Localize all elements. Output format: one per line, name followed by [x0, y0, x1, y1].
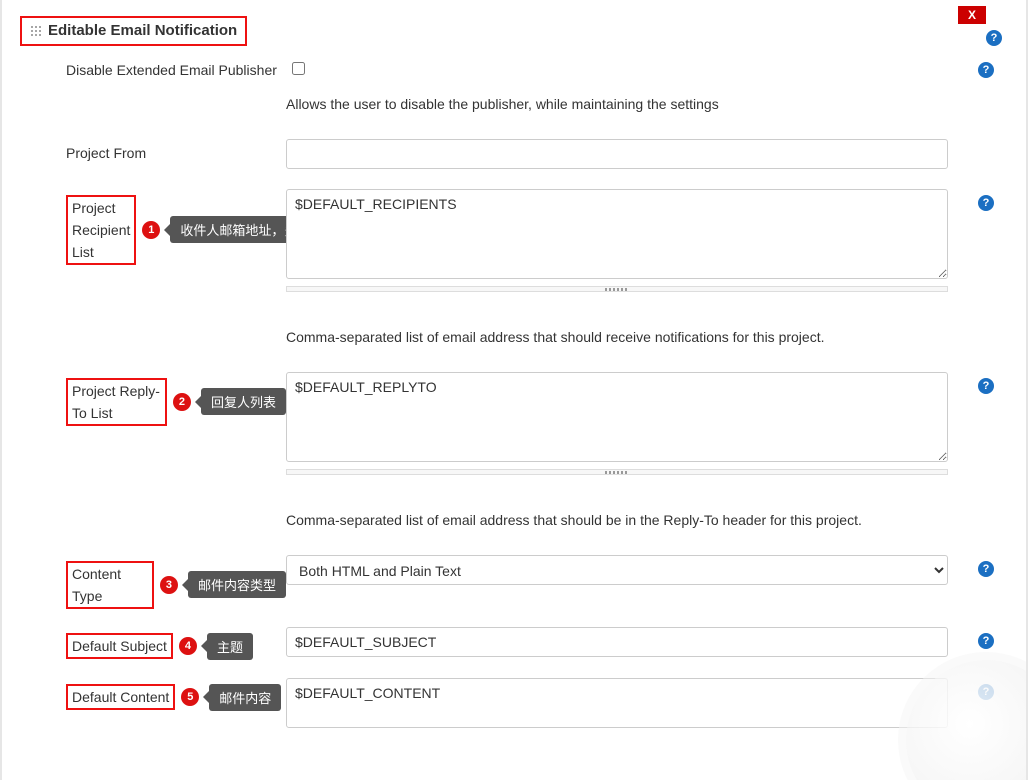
- annotation-badge-3: 3: [160, 576, 178, 594]
- row-project-reply-to-list: Project Reply-To List 2 回复人列表 $DEFAULT_R…: [66, 372, 988, 475]
- annotation-4: 4 主题: [177, 633, 253, 660]
- row-recipient-desc: Comma-separated list of email address th…: [66, 302, 988, 362]
- select-content-type[interactable]: Both HTML and Plain Text: [286, 555, 948, 585]
- annotation-tip-5: 邮件内容: [209, 684, 281, 711]
- annotation-tip-2: 回复人列表: [201, 388, 286, 415]
- label-disable-extended: Disable Extended Email Publisher: [66, 56, 286, 78]
- row-default-content: Default Content 5 邮件内容 $DEFAULT_CONTENT: [66, 678, 988, 731]
- textarea-project-recipient-list[interactable]: $DEFAULT_RECIPIENTS: [286, 189, 948, 279]
- annotation-badge-4: 4: [179, 637, 197, 655]
- help-icon[interactable]: [978, 378, 994, 394]
- row-project-recipient-list: Project Recipient List 1 收件人邮箱地址，多个收件人用 …: [66, 189, 988, 292]
- help-icon[interactable]: [986, 30, 1002, 46]
- config-form-page: X Editable Email Notification Disable Ex…: [0, 0, 1028, 780]
- textarea-default-content[interactable]: $DEFAULT_CONTENT: [286, 678, 948, 728]
- annotation-badge-1: 1: [142, 221, 160, 239]
- section-title: Editable Email Notification: [48, 22, 237, 39]
- row-default-subject: Default Subject 4 主题: [66, 627, 988, 660]
- form-area: Disable Extended Email Publisher Allows …: [20, 56, 1008, 731]
- text-disable-desc: Allows the user to disable the publisher…: [286, 94, 948, 115]
- label-content-type: Content Type: [66, 561, 154, 609]
- label-default-subject: Default Subject: [66, 633, 173, 659]
- row-project-from: Project From: [66, 139, 988, 169]
- section-header: Editable Email Notification: [30, 22, 237, 39]
- label-project-reply-to-list: Project Reply-To List: [66, 378, 167, 426]
- help-icon[interactable]: [978, 684, 994, 700]
- input-default-subject[interactable]: [286, 627, 948, 657]
- label-default-content: Default Content: [66, 684, 175, 710]
- annotation-5: 5 邮件内容: [179, 684, 281, 711]
- row-disable-extended: Disable Extended Email Publisher: [66, 56, 988, 78]
- drag-handle-icon[interactable]: [30, 25, 42, 37]
- annotation-2: 2 回复人列表: [171, 388, 286, 415]
- text-reply-to-desc: Comma-separated list of email address th…: [286, 510, 948, 531]
- annotation-tip-3: 邮件内容类型: [188, 571, 286, 598]
- annotation-tip-4: 主题: [207, 633, 253, 660]
- textarea-resize-handle[interactable]: [286, 286, 948, 292]
- textarea-resize-handle[interactable]: [286, 469, 948, 475]
- label-project-recipient-list: Project Recipient List: [66, 195, 136, 265]
- textarea-project-reply-to-list[interactable]: $DEFAULT_REPLYTO: [286, 372, 948, 462]
- row-reply-to-desc: Comma-separated list of email address th…: [66, 485, 988, 545]
- help-icon[interactable]: [978, 62, 994, 78]
- row-disable-desc: Allows the user to disable the publisher…: [66, 88, 988, 129]
- annotation-badge-2: 2: [173, 393, 191, 411]
- row-content-type: Content Type 3 邮件内容类型 Both HTML and Plai…: [66, 555, 988, 609]
- help-icon[interactable]: [978, 561, 994, 577]
- label-project-from: Project From: [66, 139, 286, 161]
- input-project-from[interactable]: [286, 139, 948, 169]
- help-icon[interactable]: [978, 195, 994, 211]
- section-header-frame: Editable Email Notification: [20, 16, 247, 46]
- help-icon[interactable]: [978, 633, 994, 649]
- checkbox-disable-extended[interactable]: [292, 62, 305, 75]
- annotation-3: 3 邮件内容类型: [158, 571, 286, 598]
- annotation-badge-5: 5: [181, 688, 199, 706]
- text-recipient-desc: Comma-separated list of email address th…: [286, 327, 948, 348]
- close-button[interactable]: X: [958, 6, 986, 24]
